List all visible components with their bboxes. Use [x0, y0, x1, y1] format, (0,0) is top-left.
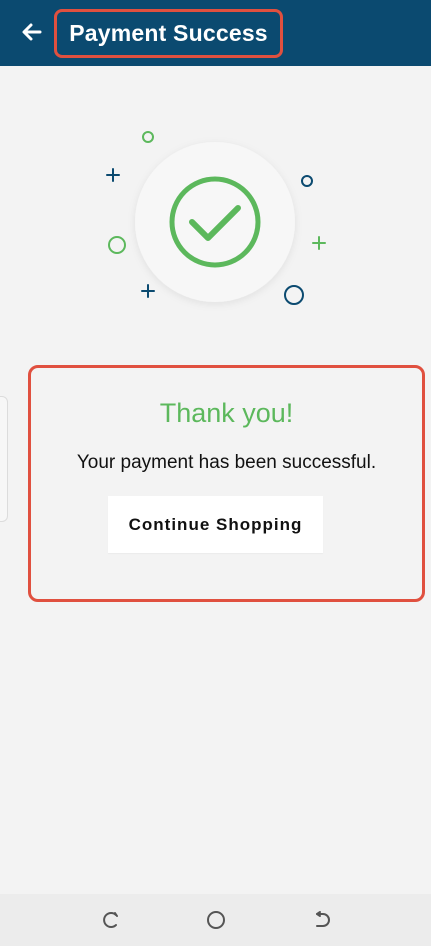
- app-bar: Payment Success: [0, 0, 431, 66]
- home-circle-icon: [207, 911, 225, 929]
- back-button[interactable]: [14, 14, 50, 50]
- arrow-left-icon: [22, 23, 42, 41]
- system-nav-bar: [0, 894, 431, 946]
- decor-plus-blue: [106, 168, 120, 182]
- success-hero: [0, 110, 431, 320]
- adjacent-card-edge: [0, 396, 8, 522]
- check-badge-background: [135, 142, 295, 302]
- thank-you-heading: Thank you!: [159, 398, 294, 428]
- nav-back-icon: [316, 911, 330, 927]
- decor-circle-blue: [284, 285, 304, 305]
- page-title-box: Payment Success: [54, 9, 283, 58]
- decor-circle-small-blue: [301, 175, 313, 187]
- decor-plus-blue-2: [141, 284, 155, 298]
- recents-button[interactable]: [98, 908, 122, 932]
- payment-result-card: Thank you! Your payment has been success…: [28, 365, 425, 602]
- home-button[interactable]: [204, 908, 228, 932]
- page-title: Payment Success: [69, 20, 268, 46]
- success-illustration: [106, 131, 326, 305]
- system-back-button[interactable]: [311, 908, 335, 932]
- recents-icon: [103, 912, 118, 928]
- decor-plus-green: [312, 236, 326, 250]
- decor-circle-green: [108, 236, 126, 254]
- decor-circle-small-green: [142, 131, 154, 143]
- continue-shopping-button[interactable]: Continue Shopping: [108, 496, 323, 553]
- payment-message: Your payment has been successful.: [76, 452, 377, 473]
